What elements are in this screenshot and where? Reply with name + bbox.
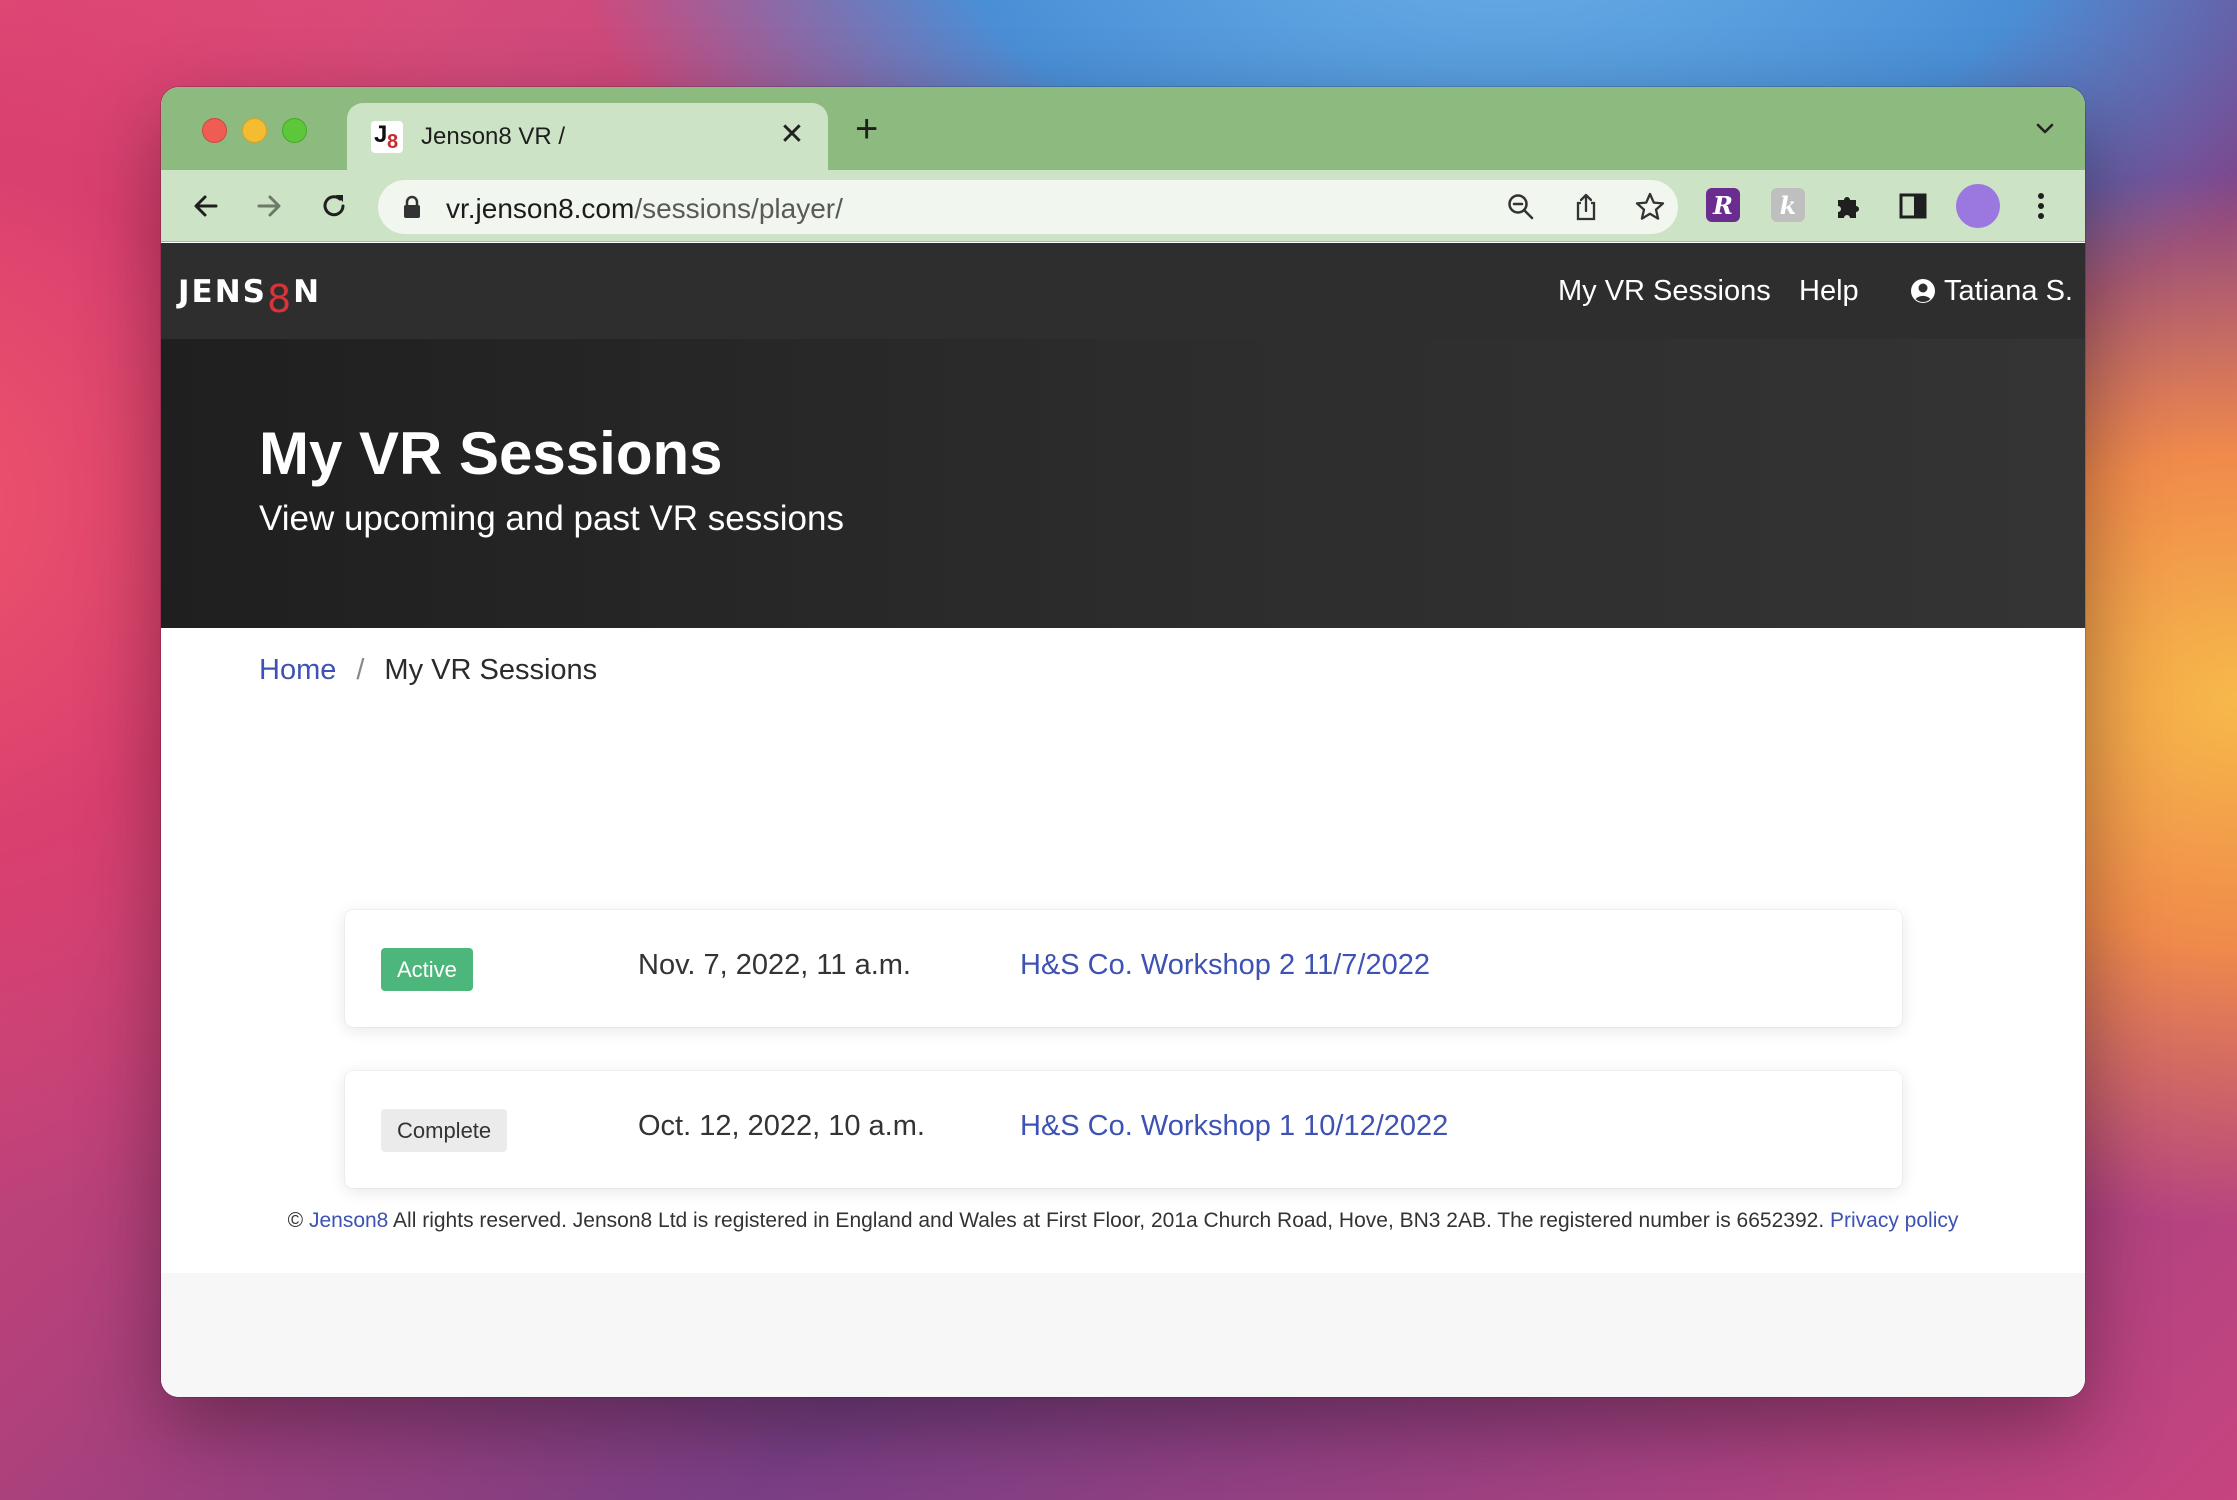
tab-title: Jenson8 VR /	[421, 123, 566, 150]
footer-company-link[interactable]: Jenson8	[309, 1209, 388, 1232]
status-badge: Complete	[381, 1109, 508, 1152]
address-bar[interactable]: vr.jenson8.com/sessions/player/	[378, 180, 1678, 234]
reload-icon[interactable]	[314, 186, 354, 226]
nav-user-name-link[interactable]: Tatiana S.	[1944, 275, 2073, 308]
lock-icon[interactable]	[402, 195, 422, 219]
favicon-letter-j: J	[374, 121, 388, 148]
bookmark-star-icon[interactable]	[1634, 191, 1666, 223]
tab-search-chevron-down-icon[interactable]	[2033, 117, 2057, 141]
session-card: Complete Oct. 12, 2022, 10 a.m. H&S Co. …	[345, 1071, 1902, 1188]
session-card: Active Nov. 7, 2022, 11 a.m. H&S Co. Wor…	[345, 910, 1902, 1027]
jenson8-favicon-icon: J 8	[371, 121, 403, 153]
breadcrumb-current: My VR Sessions	[384, 654, 598, 686]
page-title: My VR Sessions	[259, 420, 723, 487]
tab-strip: J 8 Jenson8 VR / ✕ +	[161, 87, 2085, 170]
footer-legal-text: All rights reserved. Jenson8 Ltd is regi…	[388, 1209, 1830, 1232]
footer-privacy-link[interactable]: Privacy policy	[1830, 1209, 1958, 1232]
user-circle-icon[interactable]	[1910, 278, 1936, 304]
zoom-out-magnifier-icon[interactable]	[1505, 191, 1537, 223]
site-navbar: JENS8N My VR Sessions Help Tatiana S.	[161, 243, 2085, 339]
nav-help-link[interactable]: Help	[1799, 275, 1859, 308]
status-badge: Active	[381, 948, 473, 991]
url-text[interactable]: vr.jenson8.com/sessions/player/	[446, 193, 843, 225]
session-link[interactable]: H&S Co. Workshop 2 11/7/2022	[1020, 949, 1430, 982]
page-subtitle: View upcoming and past VR sessions	[259, 499, 844, 538]
side-panel-icon[interactable]	[1895, 188, 1931, 224]
url-host: vr.jenson8.com	[446, 193, 635, 224]
tab-close-icon[interactable]: ✕	[777, 117, 807, 152]
browser-toolbar: vr.jenson8.com/sessions/player/ R k	[161, 170, 2085, 242]
browser-tab[interactable]: J 8 Jenson8 VR / ✕	[347, 103, 828, 170]
more-vertical-menu-icon[interactable]	[2023, 188, 2059, 224]
page-hero: My VR Sessions View upcoming and past VR…	[161, 339, 2085, 628]
site-footer	[161, 1273, 2085, 1397]
minimize-window-button[interactable]	[242, 118, 267, 143]
footer-copyright-symbol: ©	[287, 1209, 304, 1232]
breadcrumb-home-link[interactable]: Home	[259, 654, 336, 686]
session-link[interactable]: H&S Co. Workshop 1 10/12/2022	[1020, 1110, 1448, 1143]
logo-suffix: N	[293, 274, 322, 310]
breadcrumb: Home / My VR Sessions	[259, 654, 597, 687]
extensions-puzzle-icon[interactable]	[1831, 188, 1867, 224]
session-date: Oct. 12, 2022, 10 a.m.	[638, 1110, 925, 1142]
url-path: /sessions/player/	[634, 193, 843, 224]
logo-prefix: JENS	[178, 274, 267, 310]
favicon-letter-8: 8	[387, 131, 399, 153]
breadcrumb-separator: /	[356, 654, 365, 686]
back-arrow-icon[interactable]	[186, 186, 226, 226]
footer-text: © Jenson8 All rights reserved. Jenson8 L…	[161, 1209, 2085, 1233]
extension-r-icon[interactable]: R	[1706, 188, 1740, 222]
session-date: Nov. 7, 2022, 11 a.m.	[638, 949, 911, 981]
close-window-button[interactable]	[202, 118, 227, 143]
zoom-window-button[interactable]	[282, 118, 307, 143]
share-icon[interactable]	[1570, 191, 1602, 223]
browser-window: J 8 Jenson8 VR / ✕ + vr.jenson8.com/sess…	[161, 87, 2085, 1397]
logo-eight: 8	[266, 277, 294, 321]
jenson8-logo[interactable]: JENS8N	[178, 267, 322, 321]
forward-arrow-icon[interactable]	[249, 186, 289, 226]
profile-avatar[interactable]	[1956, 184, 2000, 228]
nav-my-vr-sessions-link[interactable]: My VR Sessions	[1558, 275, 1771, 308]
new-tab-plus-icon[interactable]: +	[855, 109, 878, 149]
extension-k-icon[interactable]: k	[1771, 188, 1805, 222]
